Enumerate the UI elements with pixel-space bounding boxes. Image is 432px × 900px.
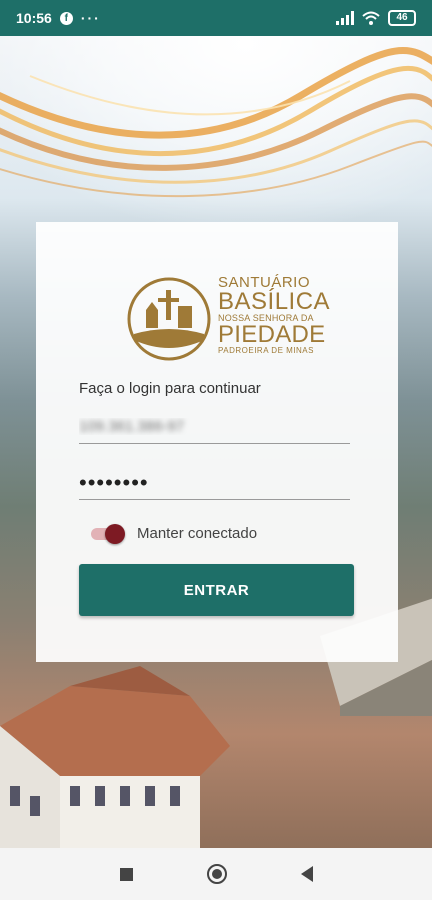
keep-connected-row[interactable]: Manter conectado	[91, 524, 258, 544]
keep-connected-toggle[interactable]	[91, 524, 127, 544]
basilica-emblem-icon	[127, 277, 211, 361]
wifi-icon	[362, 11, 380, 25]
back-icon[interactable]	[300, 866, 313, 882]
password-field[interactable]	[79, 466, 350, 500]
more-notifications-icon: ···	[80, 10, 101, 26]
status-bar: 10:56 f ··· 46	[0, 0, 432, 36]
battery-icon: 46	[388, 10, 416, 26]
username-field[interactable]	[79, 410, 350, 444]
sanctuary-logo: SANTUÁRIO BASÍLICA NOSSA SENHORA DA PIED…	[126, 274, 330, 364]
toggle-knob	[105, 524, 125, 544]
recent-apps-icon[interactable]	[119, 867, 133, 881]
navigation-bar	[0, 848, 432, 900]
enter-button[interactable]: ENTRAR	[79, 564, 354, 616]
facebook-icon: f	[59, 11, 73, 25]
login-card: SANTUÁRIO BASÍLICA NOSSA SENHORA DA PIED…	[36, 222, 398, 662]
signal-icon	[336, 11, 354, 25]
keep-connected-label: Manter conectado	[137, 524, 258, 542]
username-input[interactable]	[79, 410, 350, 443]
logo-line-basilica: BASÍLICA	[218, 288, 331, 315]
logo-wordmark: SANTUÁRIO BASÍLICA NOSSA SENHORA DA PIED…	[218, 274, 330, 356]
home-icon[interactable]	[206, 864, 227, 884]
decorative-ribbons	[0, 47, 432, 198]
login-subtitle: Faça o login para continuar	[79, 380, 261, 397]
status-time: 10:56	[16, 10, 52, 26]
church-building-illustration	[0, 666, 230, 848]
password-input[interactable]	[79, 466, 350, 499]
logo-line-padroeira: PADROEIRA DE MINAS	[218, 346, 314, 355]
logo-line-piedade: PIEDADE	[218, 321, 326, 348]
